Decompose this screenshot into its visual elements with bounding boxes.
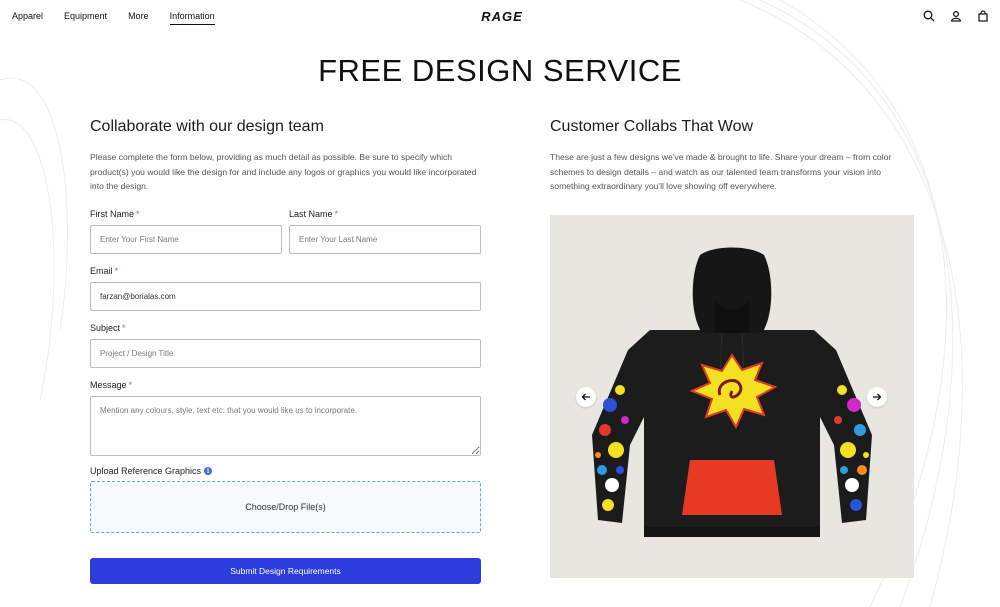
email-field[interactable] xyxy=(90,282,481,311)
form-intro-text: Please complete the form below, providin… xyxy=(90,152,477,191)
carousel-next-button[interactable] xyxy=(867,387,887,407)
nav-link-information[interactable]: Information xyxy=(169,11,215,25)
account-icon[interactable] xyxy=(949,9,963,23)
email-label: Email * xyxy=(90,266,119,276)
submit-design-button[interactable]: Submit Design Requirements xyxy=(90,558,481,584)
design-carousel xyxy=(550,215,914,578)
nav-link-apparel[interactable]: Apparel xyxy=(12,11,43,25)
nav-links: Apparel Equipment More Information xyxy=(12,11,236,25)
arrow-right-icon xyxy=(873,393,882,401)
top-navigation: Apparel Equipment More Information RAGE xyxy=(0,0,1000,34)
subject-group: Subject * xyxy=(90,323,481,368)
last-name-label: Last Name * xyxy=(289,209,339,219)
email-group: Email * xyxy=(90,266,481,311)
file-dropzone[interactable]: Choose/Drop File(s) xyxy=(90,481,481,533)
cart-icon[interactable] xyxy=(976,9,990,23)
upload-label: Upload Reference Graphics i xyxy=(90,466,481,476)
nav-link-more[interactable]: More xyxy=(128,11,149,25)
logo-text: RAGE xyxy=(481,9,523,23)
subject-label: Subject * xyxy=(90,323,126,333)
last-name-input[interactable] xyxy=(289,225,481,254)
showcase-intro: Customer Collabs That Wow These are just… xyxy=(550,118,914,194)
message-label: Message * xyxy=(90,380,133,390)
first-name-group: First Name * xyxy=(90,209,282,254)
search-icon[interactable] xyxy=(922,9,936,23)
form-heading: Collaborate with our design team xyxy=(90,118,324,135)
rage-logo[interactable]: RAGE xyxy=(474,9,530,23)
dropzone-text: Choose/Drop File(s) xyxy=(245,502,326,512)
first-name-input[interactable] xyxy=(90,225,282,254)
hoodie-image xyxy=(592,247,872,537)
upload-group: Upload Reference Graphics i Choose/Drop … xyxy=(90,466,481,533)
arrow-left-icon xyxy=(581,393,590,401)
design-form-intro: Collaborate with our design team Please … xyxy=(90,118,481,194)
showcase-intro-text: These are just a few designs we've made … xyxy=(550,152,892,191)
showcase-heading: Customer Collabs That Wow xyxy=(550,118,754,135)
message-textarea[interactable] xyxy=(90,396,481,456)
name-row: First Name* Last Name* xyxy=(90,209,481,254)
last-name-group: Last Name * xyxy=(289,209,481,254)
subject-input[interactable] xyxy=(90,339,481,368)
message-group: Message * xyxy=(90,380,481,461)
carousel-prev-button[interactable] xyxy=(576,387,596,407)
page-title: FREE DESIGN SERVICE xyxy=(318,53,682,88)
nav-link-equipment[interactable]: Equipment xyxy=(64,11,107,25)
first-name-label: First Name * xyxy=(90,209,140,219)
info-icon[interactable]: i xyxy=(204,467,213,475)
nav-icons xyxy=(922,9,990,23)
